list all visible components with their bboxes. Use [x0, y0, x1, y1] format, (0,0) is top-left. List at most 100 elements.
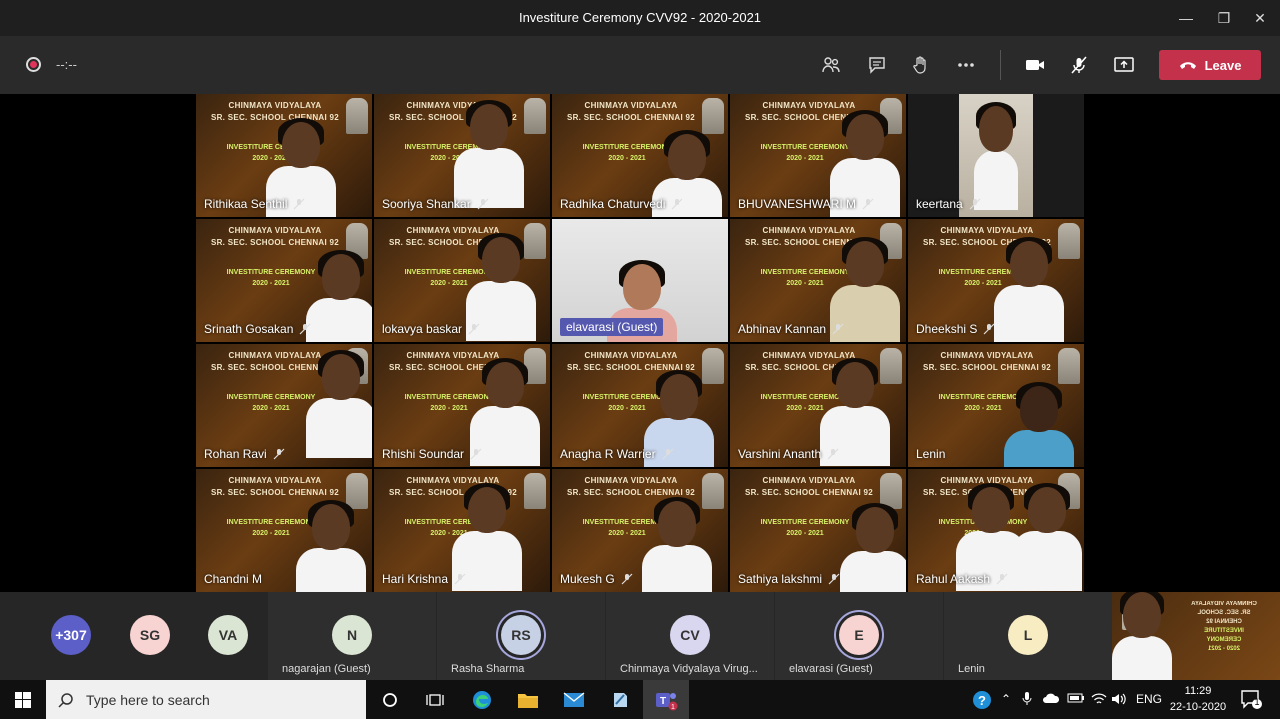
clock-time: 11:29	[1184, 685, 1212, 697]
video-tile[interactable]: CHINMAYA VIDYALAYASR. SEC. SCHOOL CHENNA…	[730, 469, 906, 592]
leave-button[interactable]: Leave	[1159, 50, 1261, 80]
cortana-button[interactable]	[367, 680, 413, 719]
app-shortcut[interactable]	[597, 680, 643, 719]
battery-icon[interactable]	[1067, 692, 1085, 707]
participant-name: Anagha R Warrier	[560, 447, 674, 461]
participant-slot[interactable]: L Lenin	[944, 592, 1112, 680]
search-placeholder: Type here to search	[86, 691, 210, 708]
participant-name: Rithikaa Senthil	[204, 197, 305, 211]
video-tile[interactable]: CHINMAYA VIDYALAYASR. SEC. SCHOOL CHENNA…	[730, 219, 906, 342]
banner-text: CHINMAYA VIDYALAYASR. SEC. SCHOOL CHENNA…	[566, 476, 696, 497]
mail-app[interactable]	[551, 680, 597, 719]
video-tile[interactable]: CHINMAYA VIDYALAYASR. SEC. SCHOOL CHENNA…	[552, 469, 728, 592]
video-tile[interactable]: keertana	[908, 94, 1084, 217]
taskbar-search[interactable]: Type here to search	[46, 680, 366, 719]
participant-video	[1004, 382, 1074, 467]
video-tile[interactable]: CHINMAYA VIDYALAYASR. SEC. SCHOOL CHENNA…	[552, 344, 728, 467]
notification-center[interactable]: 1	[1240, 688, 1262, 713]
mic-button[interactable]	[1066, 52, 1092, 78]
video-tile[interactable]: CHINMAYA VIDYALAYASR. SEC. SCHOOL CHENNA…	[196, 344, 372, 467]
participant-name: Sooriya Shankar	[382, 197, 489, 211]
mic-off-icon	[671, 198, 683, 210]
video-tile[interactable]: CHINMAYA VIDYALAYASR. SEC. SCHOOL CHENNA…	[730, 344, 906, 467]
window-title: Investiture Ceremony CVV92 - 2020-2021	[518, 10, 762, 25]
video-tile[interactable]: CHINMAYA VIDYALAYASR. SEC. SCHOOL CHENNA…	[196, 94, 372, 217]
self-view-video[interactable]: CHINMAYA VIDYALAYA SR. SEC. SCHOOL CHENNA…	[1112, 592, 1280, 680]
task-view-icon	[426, 693, 444, 706]
video-tile[interactable]: CHINMAYA VIDYALAYASR. SEC. SCHOOL CHENNA…	[374, 344, 550, 467]
participant-slot[interactable]: RS Rasha Sharma	[437, 592, 605, 680]
meeting-toolbar: --:-- Leave	[0, 36, 1280, 94]
participant-video	[296, 500, 366, 592]
avatar[interactable]: SG	[130, 615, 170, 655]
video-tile[interactable]: elavarasi (Guest)	[552, 219, 728, 342]
chat-icon	[869, 57, 885, 74]
microphone-tray-icon[interactable]	[1022, 692, 1032, 709]
video-tile[interactable]: CHINMAYA VIDYALAYASR. SEC. SCHOOL CHENNA…	[552, 94, 728, 217]
participant-slot[interactable]: E elavarasi (Guest)	[775, 592, 943, 680]
video-tile[interactable]: CHINMAYA VIDYALAYASR. SEC. SCHOOL CHENNA…	[374, 469, 550, 592]
taskbar: Type here to search T1 ? ⌃ ENG 11:29 22-	[0, 680, 1280, 719]
camera-button[interactable]	[1022, 52, 1048, 78]
mic-off-icon	[470, 448, 482, 460]
raise-hand-button[interactable]	[908, 52, 934, 78]
participant-video	[306, 350, 372, 458]
participant-name: Rahul Aakash	[916, 572, 1008, 586]
participant-slot[interactable]: CV Chinmaya Vidyalaya Virug...	[606, 592, 774, 680]
mic-off-icon	[862, 198, 874, 210]
video-tile[interactable]: CHINMAYA VIDYALAYASR. SEC. SCHOOL CHENNA…	[730, 94, 906, 217]
recording-icon	[26, 57, 41, 72]
share-icon	[1114, 57, 1134, 72]
chevron-up-icon[interactable]: ⌃	[1001, 692, 1011, 706]
system-clock[interactable]: 11:29 22-10-2020	[1168, 683, 1228, 715]
edge-app[interactable]	[459, 680, 505, 719]
participant-video	[830, 110, 900, 217]
avatar[interactable]: VA	[208, 615, 248, 655]
video-tile[interactable]: CHINMAYA VIDYALAYASR. SEC. SCHOOL CHENNA…	[196, 219, 372, 342]
svg-text:T: T	[660, 696, 666, 707]
mail-icon	[563, 691, 585, 707]
participant-video	[820, 358, 890, 466]
banner-text: CHINMAYA VIDYALAYASR. SEC. SCHOOL CHENNA…	[210, 226, 340, 247]
file-explorer-app[interactable]	[505, 680, 551, 719]
teams-icon: T1	[656, 692, 678, 711]
participant-video	[840, 503, 906, 592]
task-view-button[interactable]	[412, 680, 458, 719]
toolbar-divider	[1000, 50, 1001, 80]
participant-slot[interactable]: N nagarajan (Guest)	[268, 592, 436, 680]
teams-app[interactable]: T1	[643, 680, 689, 719]
participants-button[interactable]	[818, 52, 844, 78]
mic-off-icon	[983, 323, 995, 335]
search-icon	[58, 692, 73, 708]
edge-icon	[473, 690, 491, 709]
close-icon[interactable]: ✕	[1250, 8, 1270, 28]
video-tile[interactable]: CHINMAYA VIDYALAYASR. SEC. SCHOOL CHENNA…	[196, 469, 372, 592]
video-tile[interactable]: CHINMAYA VIDYALAYASR. SEC. SCHOOL CHENNA…	[908, 219, 1084, 342]
banner-text: CHINMAYA VIDYALAYASR. SEC. SCHOOL CHENNA…	[922, 351, 1052, 372]
chat-button[interactable]	[864, 52, 890, 78]
start-button[interactable]	[0, 680, 46, 719]
video-tile[interactable]: CHINMAYA VIDYALAYASR. SEC. SCHOOL CHENNA…	[374, 94, 550, 217]
more-options-button[interactable]	[953, 52, 979, 78]
meeting-timer: --:--	[56, 57, 77, 72]
language-indicator[interactable]: ENG	[1136, 692, 1162, 706]
cloud-icon[interactable]	[1042, 692, 1060, 707]
overflow-participants[interactable]: +307	[51, 615, 91, 655]
guru-portrait	[524, 473, 546, 509]
share-screen-button[interactable]	[1111, 52, 1137, 78]
banner-text: CHINMAYA VIDYALAYASR. SEC. SCHOOL CHENNA…	[566, 101, 696, 122]
participant-name: Dheekshi S	[916, 322, 995, 336]
video-tile[interactable]: CHINMAYA VIDYALAYASR. SEC. SCHOOL CHENNA…	[908, 469, 1084, 592]
minimize-icon[interactable]: —	[1176, 8, 1196, 28]
help-icon[interactable]: ?	[972, 690, 992, 713]
participant-video	[994, 237, 1064, 342]
mic-off-icon	[621, 573, 633, 585]
participant-label: elavarasi (Guest)	[789, 663, 873, 675]
mic-off-icon	[969, 198, 981, 210]
video-tile[interactable]: CHINMAYA VIDYALAYASR. SEC. SCHOOL CHENNA…	[374, 219, 550, 342]
participant-label: Lenin	[958, 663, 985, 675]
wifi-icon[interactable]	[1091, 692, 1107, 709]
restore-icon[interactable]: ❐	[1214, 8, 1234, 28]
video-tile[interactable]: CHINMAYA VIDYALAYASR. SEC. SCHOOL CHENNA…	[908, 344, 1084, 467]
volume-icon[interactable]	[1111, 692, 1127, 709]
